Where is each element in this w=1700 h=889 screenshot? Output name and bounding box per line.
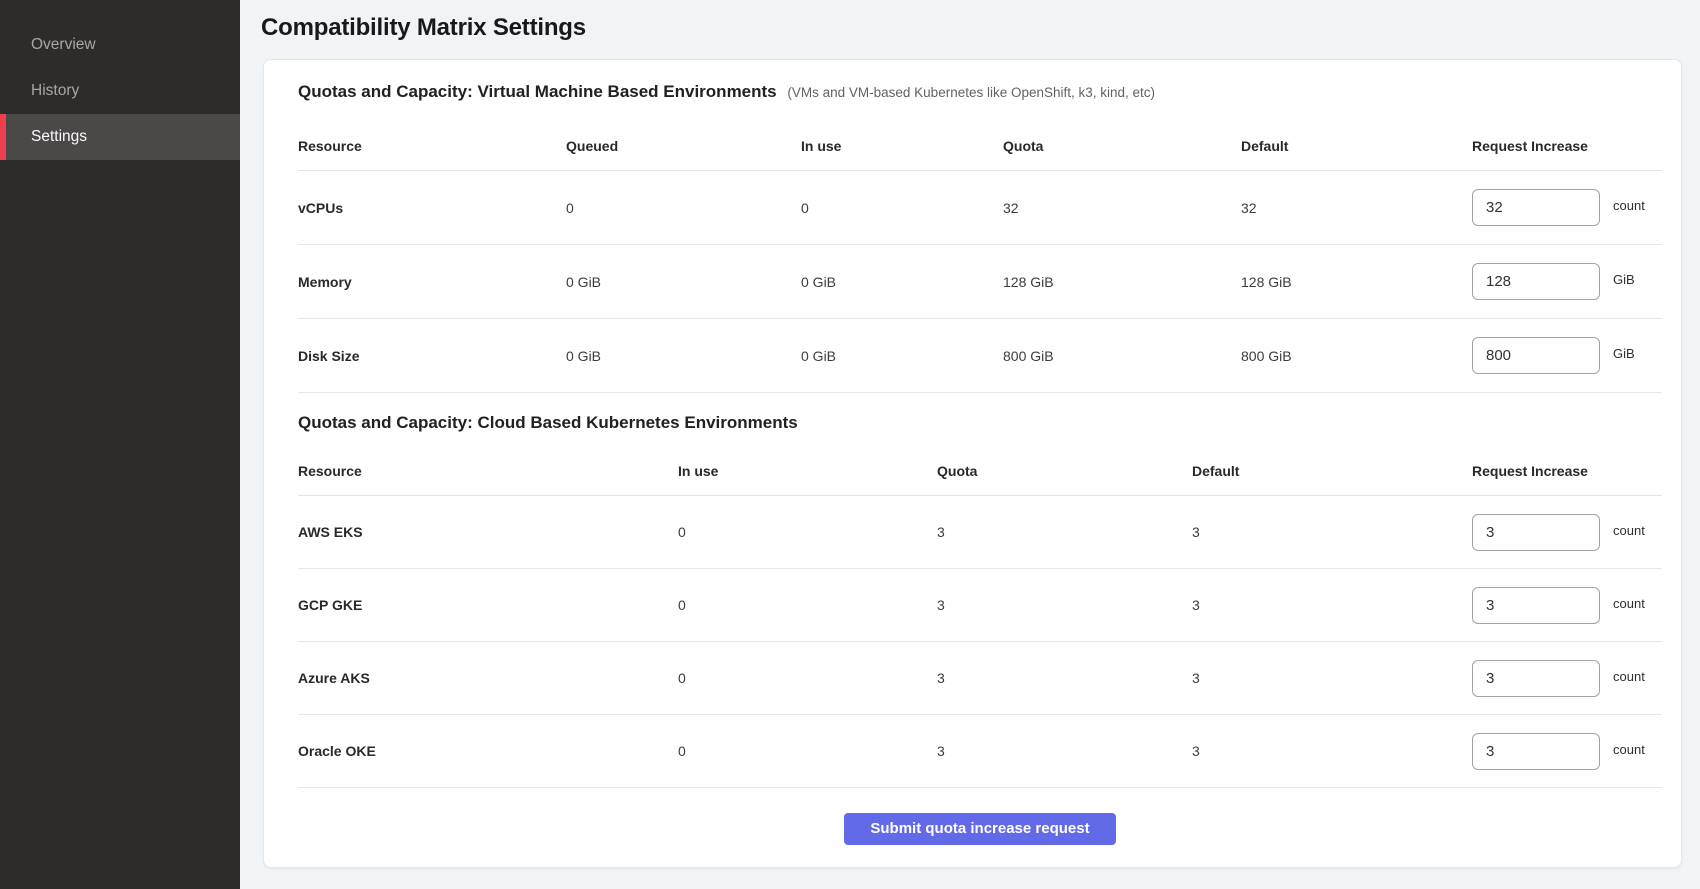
- resource-name: Disk Size: [298, 348, 566, 364]
- oracle-oke-request-input[interactable]: [1472, 733, 1600, 770]
- sidebar-item-history-label: History: [31, 82, 79, 100]
- unit-label: GiB: [1613, 272, 1635, 287]
- unit-label: GiB: [1613, 346, 1635, 361]
- resource-name: Oracle OKE: [298, 743, 678, 759]
- quota-value: 800 GiB: [1003, 348, 1241, 364]
- k8s-table-header: Resource In use Quota Default Request In…: [298, 441, 1662, 496]
- sidebar-item-history[interactable]: History: [0, 68, 240, 114]
- memory-request-input[interactable]: [1472, 263, 1600, 300]
- in-use-value: 0 GiB: [801, 274, 1003, 290]
- default-value: 3: [1192, 670, 1472, 686]
- disk-size-request-input[interactable]: [1472, 337, 1600, 374]
- azure-aks-request-input[interactable]: [1472, 660, 1600, 697]
- k8s-section-title-text: Quotas and Capacity: Cloud Based Kuberne…: [298, 413, 798, 432]
- table-row-azure-aks: Azure AKS 0 3 3 count: [298, 642, 1662, 715]
- resource-name: Memory: [298, 274, 566, 290]
- quota-value: 3: [937, 670, 1192, 686]
- table-row-vcpus: vCPUs 0 0 32 32 count: [298, 171, 1662, 245]
- in-use-value: 0 GiB: [801, 348, 1003, 364]
- vm-col-request-increase: Request Increase: [1472, 138, 1662, 154]
- k8s-section-title: Quotas and Capacity: Cloud Based Kuberne…: [298, 393, 1662, 441]
- table-row-gcp-gke: GCP GKE 0 3 3 count: [298, 569, 1662, 642]
- unit-label: count: [1613, 742, 1645, 757]
- queued-value: 0 GiB: [566, 348, 801, 364]
- resource-name: Azure AKS: [298, 670, 678, 686]
- k8s-col-resource: Resource: [298, 463, 678, 479]
- k8s-col-default: Default: [1192, 463, 1472, 479]
- default-value: 3: [1192, 524, 1472, 540]
- in-use-value: 0: [678, 743, 937, 759]
- gcp-gke-request-input[interactable]: [1472, 587, 1600, 624]
- sidebar: Overview History Settings: [0, 0, 240, 889]
- default-value: 128 GiB: [1241, 274, 1472, 290]
- resource-name: vCPUs: [298, 200, 566, 216]
- card-footer: Submit quota increase request: [298, 788, 1662, 868]
- in-use-value: 0: [678, 670, 937, 686]
- quota-settings-card: Quotas and Capacity: Virtual Machine Bas…: [263, 59, 1682, 868]
- table-row-disk-size: Disk Size 0 GiB 0 GiB 800 GiB 800 GiB Gi…: [298, 319, 1662, 393]
- k8s-col-request-increase: Request Increase: [1472, 463, 1662, 479]
- quota-value: 32: [1003, 200, 1241, 216]
- quota-value: 128 GiB: [1003, 274, 1241, 290]
- aws-eks-request-input[interactable]: [1472, 514, 1600, 551]
- sidebar-item-overview-label: Overview: [31, 36, 96, 54]
- queued-value: 0 GiB: [566, 274, 801, 290]
- vm-col-quota: Quota: [1003, 138, 1241, 154]
- unit-label: count: [1613, 523, 1645, 538]
- unit-label: count: [1613, 669, 1645, 684]
- page-title: Compatibility Matrix Settings: [261, 14, 1700, 42]
- vm-table-header: Resource Queued In use Quota Default Req…: [298, 112, 1662, 171]
- default-value: 800 GiB: [1241, 348, 1472, 364]
- sidebar-item-settings[interactable]: Settings: [0, 114, 240, 160]
- vm-col-resource: Resource: [298, 138, 566, 154]
- unit-label: count: [1613, 198, 1645, 213]
- in-use-value: 0: [678, 597, 937, 613]
- unit-label: count: [1613, 596, 1645, 611]
- in-use-value: 0: [678, 524, 937, 540]
- vm-col-queued: Queued: [566, 138, 801, 154]
- vm-section-title-text: Quotas and Capacity: Virtual Machine Bas…: [298, 82, 777, 101]
- table-row-oracle-oke: Oracle OKE 0 3 3 count: [298, 715, 1662, 788]
- vcpus-request-input[interactable]: [1472, 189, 1600, 226]
- vm-col-default: Default: [1241, 138, 1472, 154]
- table-row-memory: Memory 0 GiB 0 GiB 128 GiB 128 GiB GiB: [298, 245, 1662, 319]
- sidebar-item-overview[interactable]: Overview: [0, 22, 240, 68]
- default-value: 3: [1192, 743, 1472, 759]
- k8s-col-quota: Quota: [937, 463, 1192, 479]
- vm-col-in-use: In use: [801, 138, 1003, 154]
- quota-value: 3: [937, 597, 1192, 613]
- sidebar-item-settings-label: Settings: [31, 128, 87, 146]
- queued-value: 0: [566, 200, 801, 216]
- quota-value: 3: [937, 524, 1192, 540]
- vm-section-note: (VMs and VM-based Kubernetes like OpenSh…: [787, 85, 1155, 100]
- table-row-aws-eks: AWS EKS 0 3 3 count: [298, 496, 1662, 569]
- quota-value: 3: [937, 743, 1192, 759]
- main-content: Compatibility Matrix Settings Quotas and…: [240, 0, 1700, 889]
- k8s-col-in-use: In use: [678, 463, 937, 479]
- vm-section-title: Quotas and Capacity: Virtual Machine Bas…: [298, 60, 1662, 112]
- default-value: 32: [1241, 200, 1472, 216]
- submit-quota-increase-button[interactable]: Submit quota increase request: [844, 813, 1115, 845]
- resource-name: AWS EKS: [298, 524, 678, 540]
- resource-name: GCP GKE: [298, 597, 678, 613]
- default-value: 3: [1192, 597, 1472, 613]
- in-use-value: 0: [801, 200, 1003, 216]
